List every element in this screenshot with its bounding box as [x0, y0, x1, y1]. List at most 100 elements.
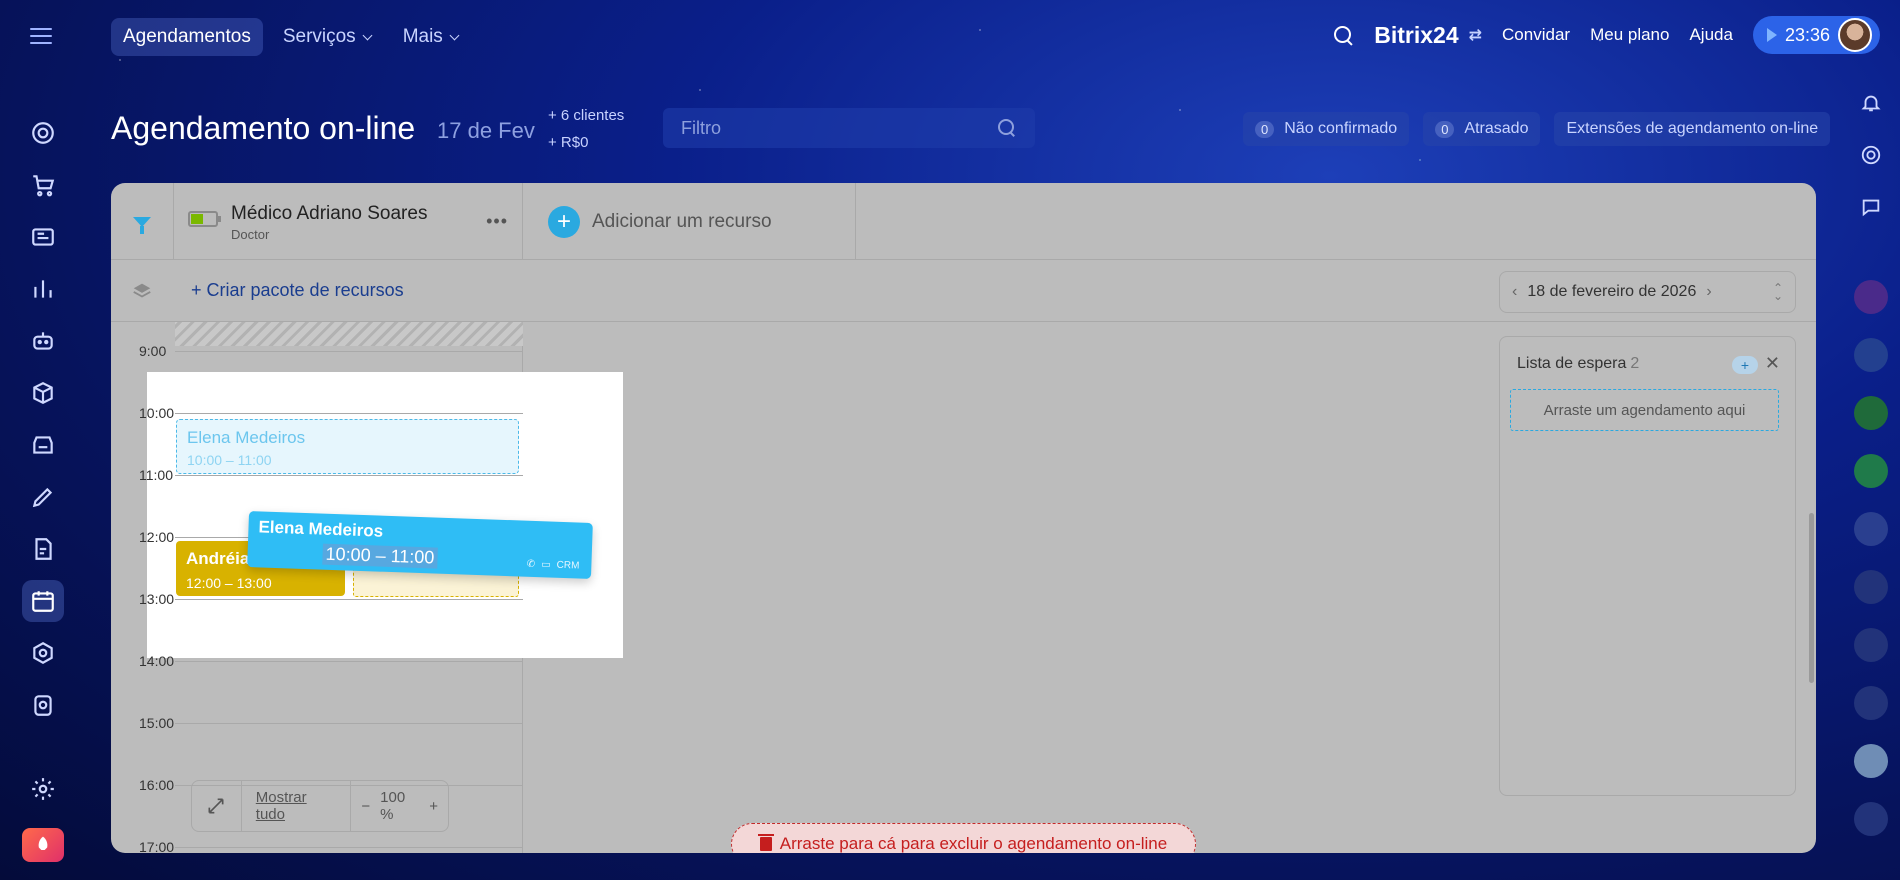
filter-button[interactable]: [111, 183, 174, 260]
appointment-time: 12:00 – 13:00: [186, 575, 272, 591]
zoom-control: − 100 % +: [351, 789, 448, 823]
filter-placeholder: Filtro: [681, 117, 721, 138]
more-icon[interactable]: •••: [486, 211, 508, 232]
brand[interactable]: Bitrix24 ⇄: [1374, 22, 1482, 49]
crm-badge[interactable]: CRM: [556, 560, 579, 572]
appointment-actions: ✆ ▭ CRM: [527, 559, 580, 572]
hour-line: [175, 847, 523, 848]
stat-clients[interactable]: + 6 clientes: [548, 102, 624, 129]
channel-icon[interactable]: [1854, 280, 1888, 314]
robot-icon[interactable]: [22, 320, 64, 362]
scrollbar[interactable]: [1809, 513, 1814, 683]
date-navigator: ‹ 18 de fevereiro de 2026 › ⌃ ⌄: [1499, 271, 1796, 313]
chat-icon[interactable]: ▭: [541, 559, 551, 570]
appointment-time: 10:00 – 11:00: [187, 452, 272, 468]
hour-line: [175, 413, 523, 414]
resource-name: Médico Adriano Soares: [231, 203, 428, 224]
late-filter[interactable]: 0 Atrasado: [1423, 112, 1541, 146]
time-label: 14:00: [139, 653, 175, 669]
unconfirmed-count: 0: [1255, 120, 1275, 138]
delete-drop-label: Arraste para cá para excluir o agendamen…: [779, 834, 1168, 853]
brand-name: Bitrix24: [1374, 21, 1459, 48]
waitlist-drop-zone[interactable]: Arraste um agendamento aqui: [1510, 389, 1779, 431]
gear-icon[interactable]: [22, 768, 64, 810]
expand-icon[interactable]: [192, 780, 242, 832]
lock-icon[interactable]: [22, 684, 64, 726]
store-icon[interactable]: [22, 424, 64, 466]
timer-button[interactable]: 23:36: [1752, 16, 1880, 54]
rocket-icon[interactable]: [22, 828, 64, 862]
time-label: 11:00: [139, 467, 173, 483]
sliders-icon[interactable]: ⇄: [1469, 25, 1482, 45]
contact-icon[interactable]: [1854, 454, 1888, 488]
hour-line: [175, 351, 523, 352]
extensions-button[interactable]: Extensões de agendamento on-line: [1554, 112, 1831, 146]
help-link[interactable]: Ajuda: [1689, 25, 1732, 45]
plan-link[interactable]: Meu plano: [1590, 25, 1669, 45]
top-right: Bitrix24 ⇄ Convidar Meu plano Ajuda 23:36: [1332, 16, 1880, 54]
show-all-link[interactable]: Mostrar tudo: [242, 781, 352, 831]
stats: + 6 clientes + R$0: [548, 102, 624, 156]
tab-agendamentos[interactable]: Agendamentos: [111, 18, 263, 56]
time-label: 10:00: [139, 405, 175, 421]
tab-servicos[interactable]: Serviços: [271, 18, 383, 56]
avatar[interactable]: [1838, 18, 1872, 52]
user-avatar[interactable]: [1854, 744, 1888, 778]
next-date-icon[interactable]: ›: [1706, 283, 1711, 301]
resource-column[interactable]: Médico Adriano Soares Doctor •••: [175, 183, 523, 260]
plus-icon: +: [548, 205, 580, 238]
hour-line: [175, 723, 523, 724]
invite-link[interactable]: Convidar: [1502, 25, 1570, 45]
open-channel-icon[interactable]: [1854, 396, 1888, 430]
zoom-in-button[interactable]: +: [429, 798, 438, 815]
appointment-name: Andréia: [186, 549, 250, 568]
target-icon[interactable]: [1854, 138, 1888, 172]
phone-icon[interactable]: ✆: [527, 559, 536, 570]
chevron-down-icon: [362, 30, 373, 40]
appointment-name: Elena Medeiros: [187, 428, 306, 447]
box-icon[interactable]: [22, 372, 64, 414]
unconfirmed-filter[interactable]: 0 Não confirmado: [1243, 112, 1410, 146]
prev-date-icon[interactable]: ‹: [1512, 283, 1517, 301]
task-icon[interactable]: [1854, 512, 1888, 546]
add-resource-button[interactable]: + Adicionar um recurso: [524, 183, 856, 260]
layers-icon[interactable]: [131, 280, 153, 302]
search-input[interactable]: Filtro: [663, 108, 1035, 148]
calendar-icon[interactable]: [22, 580, 64, 622]
chart-icon[interactable]: [22, 268, 64, 310]
sync-icon[interactable]: [1854, 628, 1888, 662]
zoom-out-button[interactable]: −: [361, 798, 370, 815]
chat-icon[interactable]: [1854, 190, 1888, 224]
top-bar: Agendamentos Serviços Mais Bitrix24 ⇄ Con…: [0, 0, 1900, 76]
add-waitlist-button[interactable]: +: [1732, 356, 1758, 374]
create-pack-link[interactable]: + Criar pacote de recursos: [191, 280, 404, 301]
expand-icon[interactable]: ⌃ ⌄: [1773, 282, 1783, 302]
waitlist-label: Lista de espera: [1517, 355, 1627, 372]
time-label: 15:00: [139, 715, 175, 731]
search-icon[interactable]: [1332, 24, 1354, 46]
news-icon[interactable]: [22, 216, 64, 258]
stat-revenue[interactable]: + R$0: [548, 129, 624, 156]
sync-icon[interactable]: [1854, 570, 1888, 604]
appointment-time: 10:00 – 11:00: [322, 543, 438, 569]
bell-icon[interactable]: [1854, 86, 1888, 120]
time-label: 9:00: [139, 343, 167, 359]
sync-icon[interactable]: [1854, 686, 1888, 720]
current-date[interactable]: 18 de fevereiro de 2026: [1527, 283, 1696, 301]
document-icon[interactable]: [22, 528, 64, 570]
tab-label: Serviços: [282, 26, 356, 47]
cart-icon[interactable]: [22, 164, 64, 206]
menu-icon[interactable]: [30, 28, 52, 46]
bookmark-icon[interactable]: [1854, 338, 1888, 372]
close-icon[interactable]: ✕: [1765, 353, 1780, 374]
extensions-label: Extensões de agendamento on-line: [1566, 120, 1819, 137]
dragged-appointment[interactable]: Elena Medeiros 10:00 – 11:00 ✆ ▭ CRM: [247, 511, 593, 579]
search-icon[interactable]: [997, 118, 1017, 138]
tab-mais[interactable]: Mais: [391, 18, 470, 56]
page-title: Agendamento on-line: [111, 110, 416, 146]
pen-icon[interactable]: [22, 476, 64, 518]
hexagon-icon[interactable]: [22, 632, 64, 674]
sync-icon[interactable]: [1854, 802, 1888, 836]
target-icon[interactable]: [22, 112, 64, 154]
delete-drop-zone[interactable]: Arraste para cá para excluir o agendamen…: [731, 823, 1196, 853]
